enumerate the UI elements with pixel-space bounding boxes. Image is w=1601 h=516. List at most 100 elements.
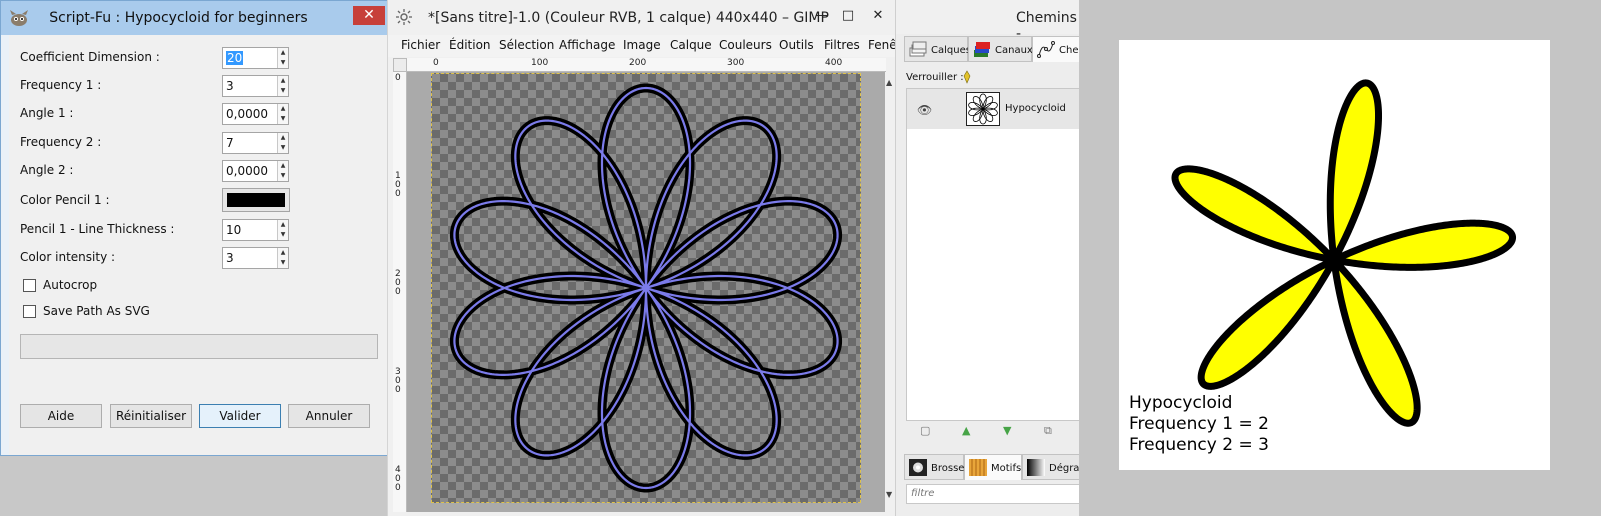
spin-up-icon[interactable]: ▲ xyxy=(278,161,288,171)
spin-arrows[interactable]: ▲ ▼ xyxy=(277,248,288,268)
dock-titlebar[interactable]: Chemins - xyxy=(896,0,1080,42)
dialog-titlebar[interactable]: Script-Fu : Hypocycloid for beginners ✕ xyxy=(1,1,390,35)
tab-brosses[interactable]: Brosses xyxy=(904,454,970,480)
reset-button[interactable]: Réinitialiser xyxy=(110,404,192,428)
line-thickness-input[interactable]: 10 ▲ ▼ xyxy=(222,219,289,241)
filter-input[interactable]: filtre xyxy=(906,484,1080,504)
progress-bar xyxy=(20,334,378,359)
gimp-titlebar[interactable]: *[Sans titre]-1.0 (Couleur RVB, 1 calque… xyxy=(388,0,896,34)
spin-arrows[interactable]: ▲ ▼ xyxy=(277,76,288,96)
line-thickness-row: Pencil 1 - Line Thickness : 10 ▲ ▼ xyxy=(20,219,290,241)
save-path-svg-checkbox[interactable]: Save Path As SVG xyxy=(23,303,223,321)
maximize-button[interactable]: □ xyxy=(836,8,860,26)
coefficient-dimension-input[interactable]: 20 ▲ ▼ xyxy=(222,47,289,69)
list-item[interactable]: 👁 Hypocycloid xyxy=(907,89,1079,129)
field-value: 3 xyxy=(226,79,234,93)
field-value: 10 xyxy=(226,223,242,237)
lower-path-icon[interactable]: ▼ xyxy=(1003,424,1011,437)
checkbox-box[interactable] xyxy=(23,279,36,292)
lock-icon[interactable] xyxy=(962,70,972,84)
angle-2-row: Angle 2 : 0,0000 ▲ ▼ xyxy=(20,160,290,182)
color-intensity-input[interactable]: 3 ▲ ▼ xyxy=(222,247,289,269)
frequency-2-row: Frequency 2 : 7 ▲ ▼ xyxy=(20,132,290,154)
field-value: 7 xyxy=(226,136,234,150)
spin-down-icon[interactable]: ▼ xyxy=(278,258,288,268)
tab-canaux[interactable]: Canaux xyxy=(968,36,1033,62)
color-swatch xyxy=(227,193,285,207)
dialog-body: Coefficient Dimension : 20 ▲ ▼ Frequency … xyxy=(9,35,390,455)
spin-down-icon[interactable]: ▼ xyxy=(278,114,288,124)
sun-icon xyxy=(396,9,412,25)
caption-line: Frequency 1 = 2 xyxy=(1129,414,1269,434)
close-button[interactable]: ✕ xyxy=(353,6,385,25)
menu-selection[interactable]: Sélection xyxy=(499,38,554,52)
duplicate-path-icon[interactable]: ⧉ xyxy=(1044,424,1052,438)
tab-chemins[interactable]: Chem xyxy=(1032,36,1088,62)
spin-up-icon[interactable]: ▲ xyxy=(278,48,288,58)
color-pencil-row: Color Pencil 1 : xyxy=(20,188,290,212)
angle-2-input[interactable]: 0,0000 ▲ ▼ xyxy=(222,160,289,182)
spin-down-icon[interactable]: ▼ xyxy=(278,143,288,153)
tab-motifs[interactable]: Motifs xyxy=(964,454,1022,480)
image-canvas[interactable] xyxy=(431,73,861,503)
spin-down-icon[interactable]: ▼ xyxy=(278,230,288,240)
spin-up-icon[interactable]: ▲ xyxy=(278,76,288,86)
tab-calques[interactable]: Calques xyxy=(904,36,971,62)
spin-down-icon[interactable]: ▼ xyxy=(278,58,288,68)
spin-up-icon[interactable]: ▲ xyxy=(278,248,288,258)
spin-up-icon[interactable]: ▲ xyxy=(278,220,288,230)
tab-label: Motifs xyxy=(991,463,1022,474)
spin-arrows[interactable]: ▲ ▼ xyxy=(277,104,288,124)
menubar: Fichier Édition Sélection Affichage Imag… xyxy=(388,35,901,57)
ruler-label: 200 xyxy=(395,269,401,297)
checkbox-box[interactable] xyxy=(23,305,36,318)
raise-path-icon[interactable]: ▲ xyxy=(962,424,970,437)
field-label: Angle 2 : xyxy=(20,163,74,177)
gimp-close-button[interactable]: ✕ xyxy=(866,8,890,26)
vertical-ruler[interactable]: 0 100 200 300 400 xyxy=(393,72,407,512)
cancel-button[interactable]: Annuler xyxy=(288,404,370,428)
horizontal-ruler[interactable]: 0 100 200 300 400 xyxy=(407,58,886,72)
spin-up-icon[interactable]: ▲ xyxy=(278,104,288,114)
field-value: 3 xyxy=(226,251,234,265)
spin-arrows[interactable]: ▲ ▼ xyxy=(277,161,288,181)
spin-arrows[interactable]: ▲ ▼ xyxy=(277,48,288,68)
frequency-1-input[interactable]: 3 ▲ ▼ xyxy=(222,75,289,97)
menu-couleurs[interactable]: Couleurs xyxy=(719,38,772,52)
ok-button[interactable]: Valider xyxy=(199,404,281,428)
result-image: Hypocycloid Frequency 1 = 2 Frequency 2 … xyxy=(1119,40,1550,470)
help-button[interactable]: Aide xyxy=(20,404,102,428)
frequency-1-row: Frequency 1 : 3 ▲ ▼ xyxy=(20,75,290,97)
scroll-up-icon[interactable]: ▲ xyxy=(886,78,892,87)
ruler-label: 400 xyxy=(395,465,401,493)
minimize-icon: — xyxy=(815,8,829,23)
eye-icon[interactable]: 👁 xyxy=(917,103,932,117)
spin-arrows[interactable]: ▲ ▼ xyxy=(277,220,288,240)
new-path-icon[interactable]: ▢ xyxy=(920,424,930,437)
color-pencil-button[interactable] xyxy=(222,188,290,212)
menu-fichier[interactable]: Fichier xyxy=(401,38,440,52)
hypocycloid-thumbnail xyxy=(968,93,998,125)
menu-image[interactable]: Image xyxy=(623,38,661,52)
angle-1-input[interactable]: 0,0000 ▲ ▼ xyxy=(222,103,289,125)
spin-down-icon[interactable]: ▼ xyxy=(278,86,288,96)
caption-line: Hypocycloid xyxy=(1129,393,1233,413)
scroll-down-icon[interactable]: ▼ xyxy=(886,490,892,499)
menu-filtres[interactable]: Filtres xyxy=(824,38,860,52)
field-label: Frequency 2 : xyxy=(20,135,102,149)
menu-outils[interactable]: Outils xyxy=(779,38,814,52)
menu-affichage[interactable]: Affichage xyxy=(559,38,615,52)
tab-degrades[interactable]: Dégradé xyxy=(1022,454,1092,480)
minimize-button[interactable]: — xyxy=(810,8,834,26)
lock-label: Verrouiller : xyxy=(906,72,964,83)
gradient-icon xyxy=(1027,459,1045,476)
spin-up-icon[interactable]: ▲ xyxy=(278,133,288,143)
spin-down-icon[interactable]: ▼ xyxy=(278,171,288,181)
menu-edition[interactable]: Édition xyxy=(449,38,491,52)
autocrop-checkbox[interactable]: Autocrop xyxy=(23,277,223,295)
frequency-2-input[interactable]: 7 ▲ ▼ xyxy=(222,132,289,154)
ruler-corner[interactable] xyxy=(393,58,407,72)
menu-calque[interactable]: Calque xyxy=(670,38,712,52)
close-icon: ✕ xyxy=(363,7,375,23)
spin-arrows[interactable]: ▲ ▼ xyxy=(277,133,288,153)
